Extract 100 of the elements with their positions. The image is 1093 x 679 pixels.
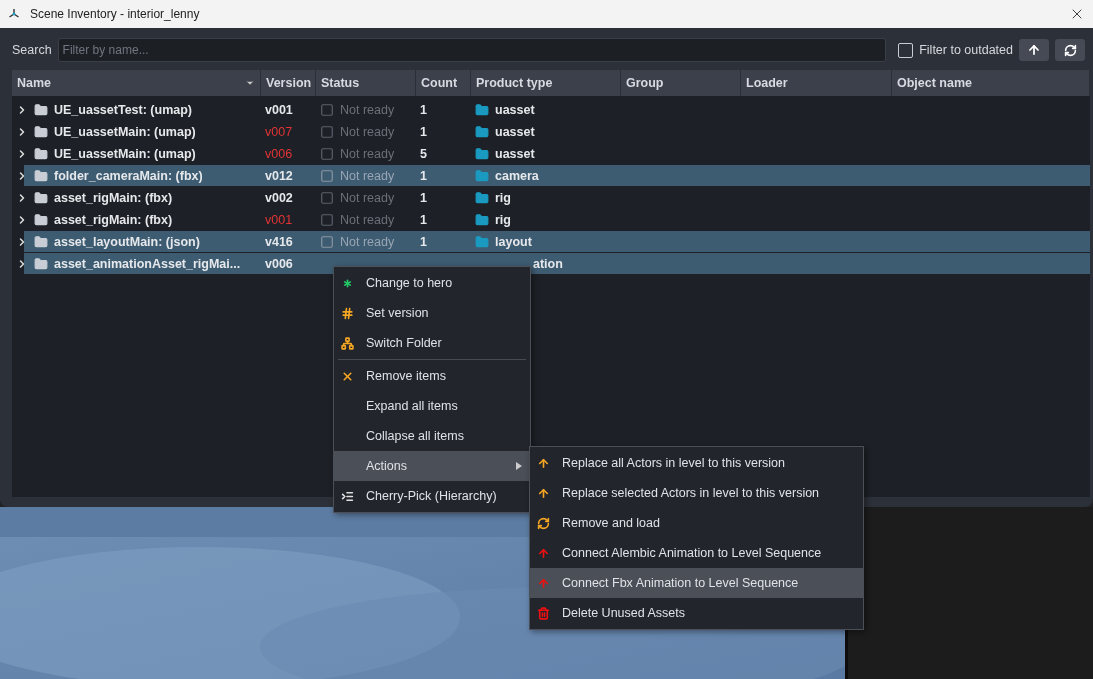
checkbox[interactable] <box>898 42 914 58</box>
status-icon <box>320 147 334 161</box>
version-cell: v416 <box>265 234 293 249</box>
status-icon <box>320 168 334 183</box>
version-cell: v007 <box>265 125 293 139</box>
table-cell: UE_uassetMain: (umap) <box>54 147 196 161</box>
cross-icon <box>340 369 354 383</box>
column-header[interactable]: Name <box>12 70 261 96</box>
arrow-up-icon <box>536 576 550 590</box>
column-header[interactable]: Group <box>621 70 741 96</box>
table-cell: 1 <box>420 213 427 227</box>
sort-icon <box>245 78 255 88</box>
status-cell: Not ready <box>340 125 395 139</box>
window-title: Scene Inventory - interior_lenny <box>30 7 201 21</box>
folder-icon <box>475 147 489 161</box>
table-cell: UE_uassetTest: (umap) <box>54 103 192 117</box>
column-header[interactable]: Loader <box>741 70 892 96</box>
table-cell: UE_uassetMain: (umap) <box>54 125 196 139</box>
folder-icon <box>475 125 489 139</box>
app-icon <box>8 8 20 20</box>
table-cell: rig <box>495 213 511 227</box>
column-header[interactable]: Object name <box>892 70 1090 96</box>
folder-icon <box>34 213 48 227</box>
table-cell: rig <box>495 191 511 205</box>
menu-item[interactable]: Connect Alembic Animation to Level Sequence <box>530 538 863 568</box>
arrow-up-icon <box>536 546 550 560</box>
folder-icon <box>475 213 489 227</box>
status-cell: Not ready <box>340 234 395 249</box>
folder-icon <box>34 168 48 183</box>
hierarchy-icon <box>340 336 354 350</box>
version-cell: v006 <box>265 147 293 161</box>
arrow-up-icon <box>1027 43 1041 57</box>
menu-item[interactable]: Remove items <box>334 361 530 391</box>
table-cell: 1 <box>420 234 427 249</box>
table-cell: uasset <box>495 125 535 139</box>
column-header[interactable]: Product type <box>471 70 621 96</box>
table-cell: 1 <box>420 125 427 139</box>
search-field[interactable]: Filter by name... <box>57 38 887 62</box>
update-button[interactable] <box>1019 39 1049 61</box>
folder-icon <box>475 191 489 205</box>
refresh-icon <box>1063 43 1077 57</box>
table-cell: asset_animationAsset_rigMai... <box>54 256 241 271</box>
column-header[interactable]: Status <box>316 70 416 96</box>
status-icon <box>320 103 334 117</box>
version-cell: v006 <box>265 256 293 271</box>
folder-icon <box>34 256 48 271</box>
menu-item[interactable]: Remove and load <box>530 508 863 538</box>
status-icon <box>320 234 334 249</box>
menu-item[interactable]: Switch Folder <box>334 328 530 358</box>
table-cell: asset_layoutMain: (json) <box>54 234 200 249</box>
status-icon <box>320 191 334 205</box>
table-cell: asset_rigMain: (fbx) <box>54 213 173 227</box>
status-icon <box>320 213 334 227</box>
column-header[interactable]: Count <box>416 70 471 96</box>
menu-item[interactable]: Expand all items <box>334 391 530 421</box>
folder-icon <box>34 125 48 139</box>
folder-icon <box>475 103 489 117</box>
table-cell: camera <box>495 168 539 183</box>
hash-icon <box>340 306 354 320</box>
submenu-arrow-icon <box>516 462 522 470</box>
menu-item[interactable]: Delete Unused Assets <box>530 598 863 628</box>
version-cell: v001 <box>265 213 293 227</box>
table-cell: uasset <box>495 103 535 117</box>
table-cell: layout <box>495 234 532 249</box>
column-header[interactable]: Version <box>261 70 316 96</box>
version-cell: v001 <box>265 103 293 117</box>
trash-icon <box>536 606 550 620</box>
folder-icon <box>475 168 489 183</box>
table-cell: 1 <box>420 168 427 183</box>
menu-item[interactable]: Connect Fbx Animation to Level Sequence <box>530 568 863 598</box>
arrow-up-icon <box>536 486 550 500</box>
status-cell: Not ready <box>340 147 395 161</box>
folder-icon <box>475 234 489 249</box>
status-cell: Not ready <box>340 103 395 117</box>
refresh-icon <box>536 516 550 530</box>
refresh-button[interactable] <box>1055 39 1085 61</box>
table-cell: folder_cameraMain: (fbx) <box>54 168 203 183</box>
menu-item[interactable]: Collapse all items <box>334 421 530 451</box>
status-cell: Not ready <box>340 213 395 227</box>
menu-item[interactable]: Replace selected Actors in level to this version <box>530 478 863 508</box>
arrow-up-icon <box>536 456 550 470</box>
status-cell: Not ready <box>340 168 395 183</box>
table-cell: 1 <box>420 103 427 117</box>
menu-item[interactable]: Cherry-Pick (Hierarchy) <box>334 481 530 511</box>
table-cell-text: ation <box>532 256 563 271</box>
menu-item[interactable]: Actions <box>334 451 530 481</box>
folder-icon <box>34 234 48 249</box>
table-cell: 1 <box>420 191 427 205</box>
folder-icon <box>34 191 48 205</box>
menu-item[interactable]: Replace all Actors in level to this version <box>530 448 863 478</box>
table-cell: asset_rigMain: (fbx) <box>54 191 173 205</box>
status-cell: Not ready <box>340 191 395 205</box>
search-label: Search <box>12 43 52 57</box>
folder-icon <box>34 147 48 161</box>
checkbox-label: Filter to outdated <box>919 43 1013 57</box>
menu-item[interactable]: Set version <box>334 298 530 328</box>
table-cell: uasset <box>495 147 535 161</box>
table-cell: 5 <box>420 147 427 161</box>
version-cell: v002 <box>265 191 293 205</box>
version-cell: v012 <box>265 168 293 183</box>
